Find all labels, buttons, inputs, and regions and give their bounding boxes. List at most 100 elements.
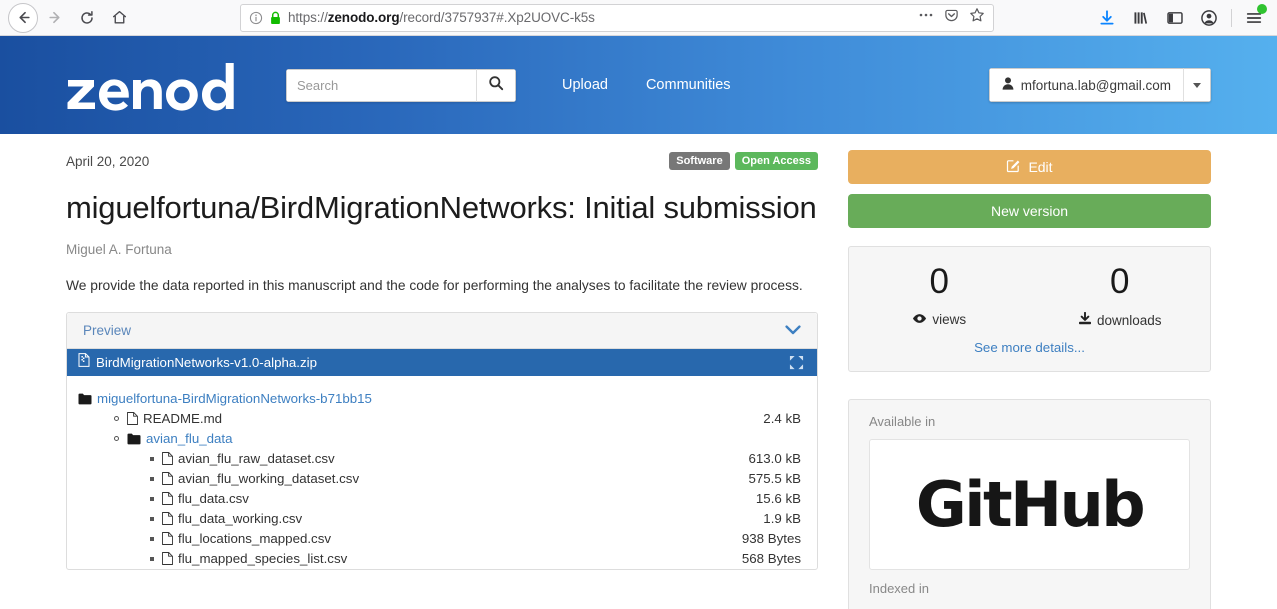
hamburger-menu-icon[interactable]	[1239, 3, 1269, 33]
tree-file-row[interactable]: flu_locations_mapped.csv 938 Bytes	[78, 529, 801, 549]
tree-file-row[interactable]: flu_data_working.csv 1.9 kB	[78, 509, 801, 529]
views-stat: 0 views	[849, 264, 1030, 328]
user-menu-toggle[interactable]	[1183, 68, 1211, 102]
tree-item-size: 568 Bytes	[741, 551, 801, 567]
zenodo-logo[interactable]	[66, 59, 242, 115]
home-button[interactable]	[104, 3, 134, 33]
toolbar-divider	[1231, 8, 1232, 27]
user-account-menu[interactable]: mfortuna.lab@gmail.com	[988, 68, 1211, 102]
nav-link-communities[interactable]: Communities	[646, 77, 731, 93]
file-icon	[162, 512, 173, 526]
account-icon[interactable]	[1194, 3, 1224, 33]
statistics-box: 0 views 0 downloads See more details...	[848, 246, 1211, 372]
url-text: https://zenodo.org/record/3757937#.Xp2UO…	[288, 10, 912, 25]
badge-open-access: Open Access	[734, 151, 818, 171]
tree-item-name: flu_locations_mapped.csv	[178, 531, 332, 547]
tree-folder-row[interactable]: miguelfortuna-BirdMigrationNetworks-b71b…	[78, 389, 801, 409]
tree-bullet-square	[150, 536, 154, 541]
views-label: views	[932, 312, 967, 327]
back-button[interactable]	[8, 2, 38, 33]
views-label-row: views	[849, 312, 1030, 327]
downloads-count: 0	[1110, 262, 1130, 301]
fullscreen-expand-icon[interactable]	[789, 355, 804, 370]
tree-folder-row[interactable]: avian_flu_data	[78, 429, 801, 449]
tree-bullet-square	[150, 496, 154, 501]
tree-bullet-square	[150, 516, 154, 521]
new-version-button[interactable]: New version	[848, 194, 1211, 228]
record-main-column: April 20, 2020 Software Open Access migu…	[66, 134, 818, 609]
file-icon	[162, 552, 173, 566]
available-in-box: Available in GitHub Indexed in	[848, 399, 1211, 609]
search-button[interactable]	[476, 68, 516, 102]
tree-file-row[interactable]: README.md 2.4 kB	[78, 409, 801, 429]
url-scheme: https://	[288, 10, 328, 25]
chevron-down-icon	[1193, 82, 1201, 88]
tree-item-size: 613.0 kB	[748, 451, 802, 467]
sidebar-icon[interactable]	[1160, 3, 1190, 33]
tree-item-name: flu_data_working.csv	[178, 511, 303, 527]
record-meta-row: April 20, 2020 Software Open Access	[66, 150, 818, 172]
see-more-details-link[interactable]: See more details...	[849, 340, 1210, 355]
record-description: We provide the data reported in this man…	[66, 277, 803, 293]
downloads-icon[interactable]	[1092, 3, 1122, 33]
url-domain: zenodo.org	[327, 10, 400, 25]
tree-item-size: 2.4 kB	[763, 411, 801, 427]
record-badges: Software Open Access	[669, 151, 818, 171]
tree-file-row[interactable]: avian_flu_working_dataset.csv 575.5 kB	[78, 469, 801, 489]
address-bar[interactable]: https://zenodo.org/record/3757937#.Xp2UO…	[240, 3, 994, 32]
nav-link-upload[interactable]: Upload	[562, 77, 608, 93]
available-in-label: Available in	[869, 414, 936, 429]
tree-item-name: miguelfortuna-BirdMigrationNetworks-b71b…	[97, 391, 372, 407]
github-logo: GitHub	[915, 467, 1146, 541]
preview-file-bar[interactable]: BirdMigrationNetworks-v1.0-alpha.zip	[67, 348, 817, 376]
download-icon	[1078, 311, 1092, 328]
browser-toolbar: https://zenodo.org/record/3757937#.Xp2UO…	[0, 0, 1277, 36]
preview-panel-header[interactable]: Preview	[67, 312, 817, 349]
tree-file-row[interactable]: flu_data.csv 15.6 kB	[78, 489, 801, 509]
update-available-badge	[1257, 3, 1267, 14]
main-navigation: Upload Communities	[562, 77, 731, 93]
forward-button[interactable]	[40, 3, 70, 33]
star-icon[interactable]	[969, 7, 985, 28]
tree-item-size: 15.6 kB	[755, 491, 801, 507]
tree-item-name: avian_flu_data	[146, 431, 233, 447]
tree-item-size: 938 Bytes	[741, 531, 801, 547]
record-sidebar: Edit New version 0 views 0 downloads See…	[848, 134, 1211, 609]
tree-file-row[interactable]: flu_mapped_species_list.csv 568 Bytes	[78, 549, 801, 569]
file-icon	[162, 472, 173, 486]
folder-icon	[127, 433, 141, 445]
navigation-buttons	[8, 2, 134, 33]
url-path: /record/3757937#.Xp2UOVC-k5s	[399, 10, 595, 25]
tree-item-size: 1.9 kB	[763, 511, 801, 527]
edit-button[interactable]: Edit	[848, 150, 1211, 184]
site-info-icon[interactable]	[249, 11, 263, 25]
tree-bullet-square	[150, 456, 154, 461]
github-link-card[interactable]: GitHub	[869, 439, 1190, 570]
search-box	[286, 68, 516, 102]
file-icon	[162, 452, 173, 466]
eye-icon	[912, 312, 927, 327]
tree-file-row[interactable]: avian_flu_raw_dataset.csv 613.0 kB	[78, 449, 801, 469]
tree-bullet-square	[150, 476, 154, 481]
publication-date: April 20, 2020	[66, 153, 150, 169]
edit-button-label: Edit	[1028, 159, 1053, 175]
reload-button[interactable]	[72, 3, 102, 33]
search-input[interactable]	[286, 68, 476, 102]
magnifier-icon	[488, 75, 504, 96]
ellipsis-icon[interactable]	[918, 7, 934, 28]
person-icon	[1002, 77, 1014, 93]
pocket-icon[interactable]	[944, 8, 959, 28]
tree-item-name: flu_data.csv	[178, 491, 249, 507]
indexed-in-label: Indexed in	[869, 581, 929, 596]
file-icon	[162, 532, 173, 546]
file-icon	[127, 412, 138, 426]
address-bar-actions	[918, 7, 985, 28]
library-icon[interactable]	[1126, 3, 1156, 33]
folder-icon	[78, 393, 92, 405]
chevron-down-icon[interactable]	[785, 325, 801, 335]
user-account-button[interactable]: mfortuna.lab@gmail.com	[988, 68, 1183, 102]
preview-file-info: BirdMigrationNetworks-v1.0-alpha.zip	[78, 353, 317, 372]
record-authors: Miguel A. Fortuna	[66, 241, 172, 257]
archive-file-icon	[78, 353, 90, 372]
padlock-icon[interactable]	[269, 11, 282, 25]
